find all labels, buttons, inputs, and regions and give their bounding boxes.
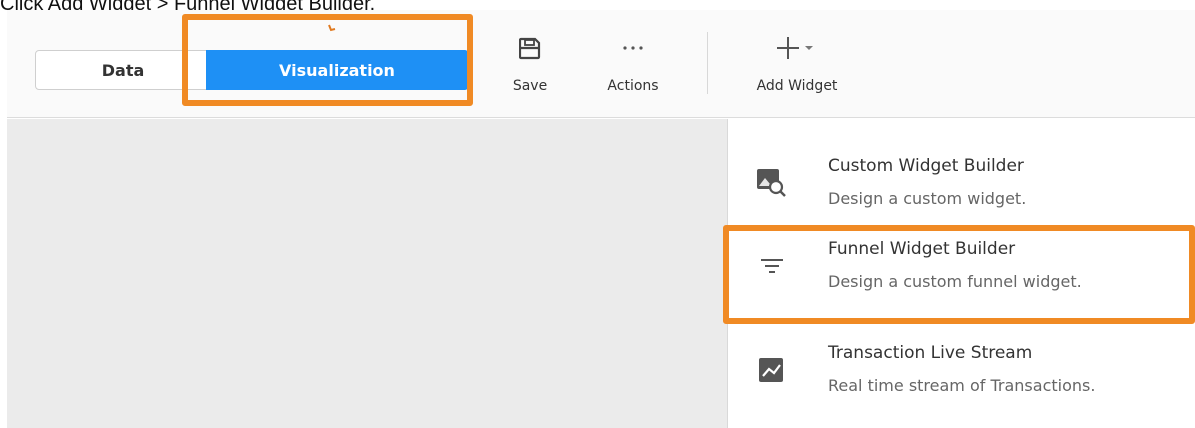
menu-item-description: Real time stream of Transactions.	[828, 376, 1096, 395]
menu-item-title: Transaction Live Stream	[828, 343, 1033, 363]
cursor-mark-icon	[328, 24, 336, 32]
menu-item-custom-widget-builder[interactable]: Custom Widget Builder Design a custom wi…	[728, 146, 1195, 230]
toolbar-divider	[707, 32, 708, 94]
tab-data-label: Data	[101, 60, 145, 80]
menu-item-title: Funnel Widget Builder	[828, 239, 1016, 259]
tab-visualization[interactable]: Visualization	[206, 50, 468, 90]
menu-item-title: Custom Widget Builder	[828, 156, 1024, 176]
funnel-icon	[755, 249, 789, 283]
save-label: Save	[512, 78, 548, 94]
tab-visualization-label: Visualization	[279, 60, 395, 80]
menu-item-description: Design a custom funnel widget.	[828, 272, 1082, 291]
save-button[interactable]: Save	[500, 28, 560, 108]
dashboard-canvas	[7, 119, 727, 428]
add-widget-menu: Custom Widget Builder Design a custom wi…	[727, 119, 1195, 428]
toolbar: Data Visualization Save Actions Add Widg…	[7, 10, 1195, 118]
save-icon	[519, 28, 541, 68]
image-search-icon	[755, 166, 789, 200]
add-widget-button[interactable]: Add Widget	[742, 28, 852, 108]
line-chart-icon	[755, 353, 789, 387]
tab-data[interactable]: Data	[35, 50, 211, 90]
menu-item-description: Design a custom widget.	[828, 189, 1027, 208]
actions-button[interactable]: Actions	[593, 28, 673, 108]
menu-item-transaction-live-stream[interactable]: Transaction Live Stream Real time stream…	[728, 333, 1195, 417]
ellipsis-icon	[622, 28, 644, 68]
menu-item-funnel-widget-builder[interactable]: Funnel Widget Builder Design a custom fu…	[728, 229, 1195, 313]
add-widget-label: Add Widget	[756, 78, 838, 94]
actions-label: Actions	[607, 78, 659, 94]
plus-dropdown-icon	[777, 28, 817, 68]
